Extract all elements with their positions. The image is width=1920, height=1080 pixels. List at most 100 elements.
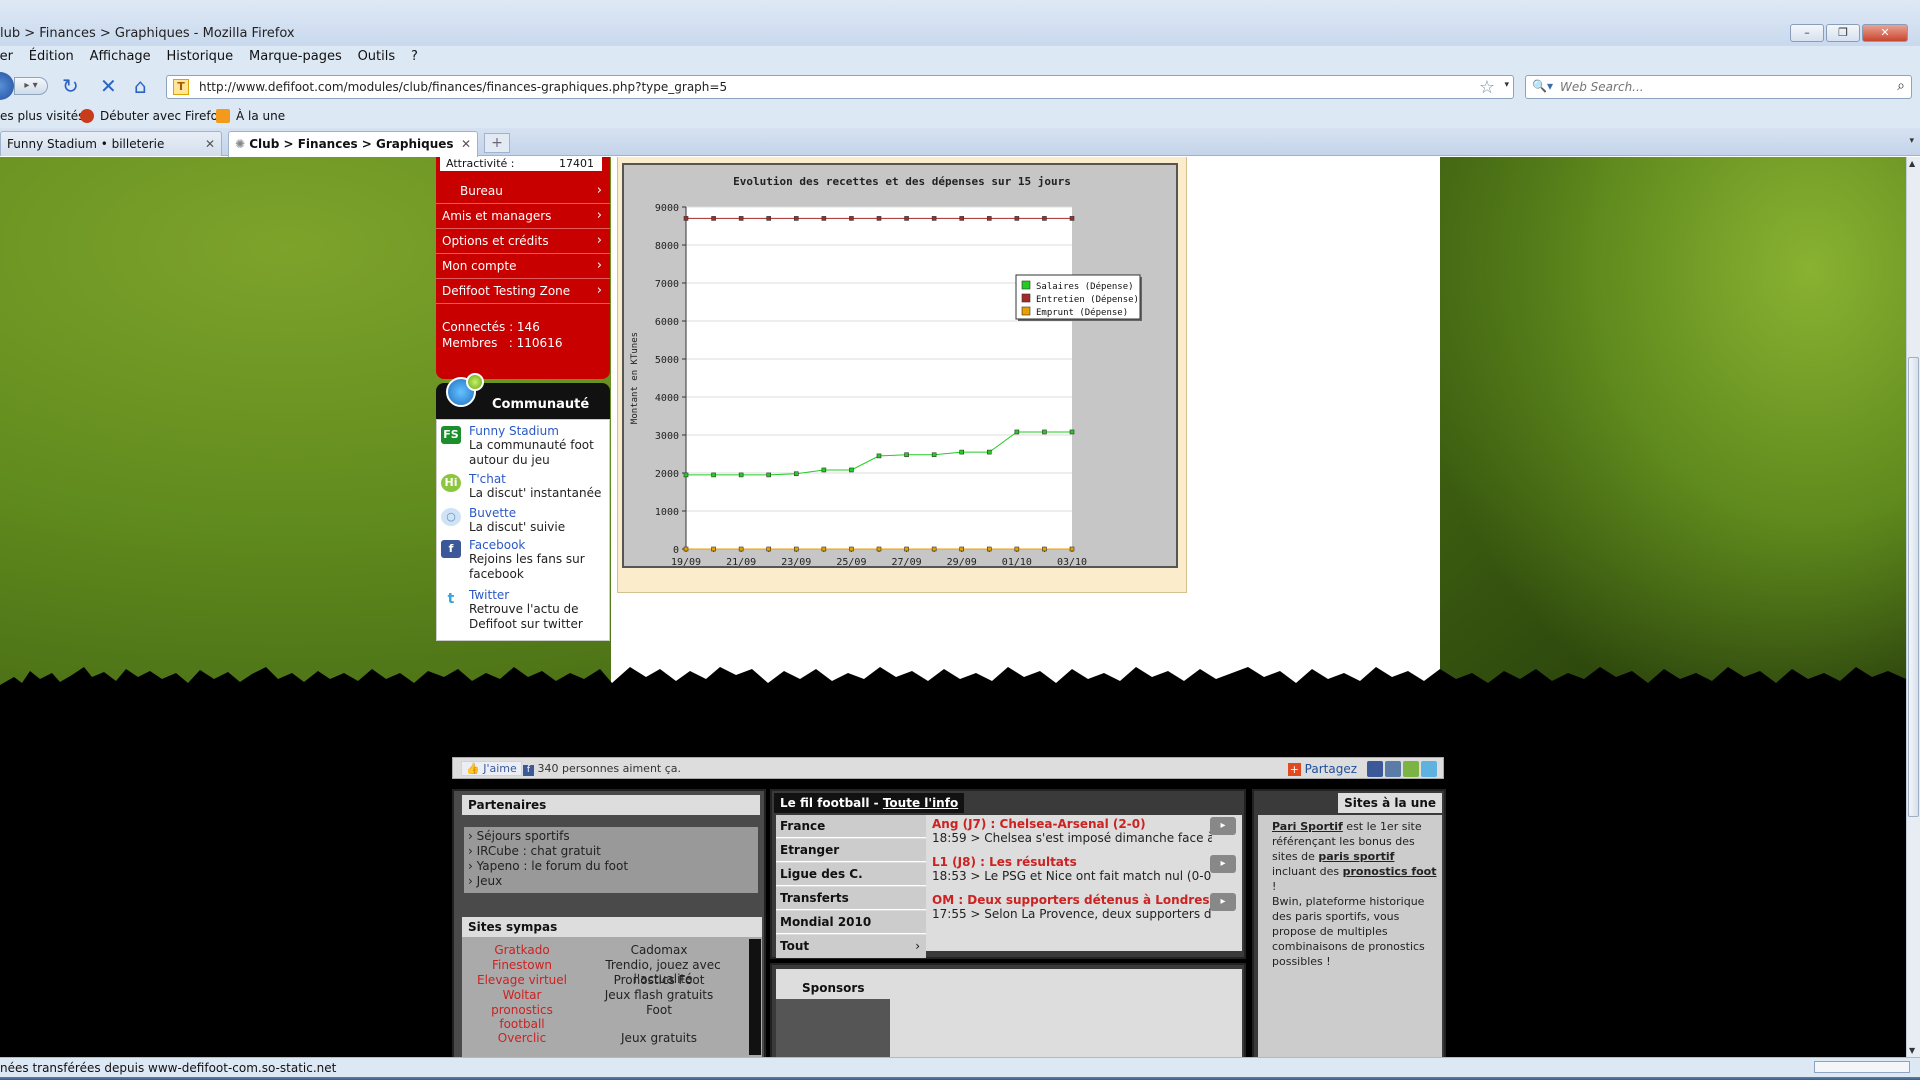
- community-item-twitter[interactable]: t Twitter Retrouve l'actu de Defifoot su…: [437, 588, 609, 636]
- data-point: [1042, 546, 1047, 552]
- news-category-tout[interactable]: Tout ›: [776, 935, 926, 958]
- site-link[interactable]: Jeux flash gratuits: [584, 988, 734, 1002]
- news-item[interactable]: Ang (J7) : Chelsea-Arsenal (2-0) 18:59 >…: [932, 817, 1238, 845]
- site-link[interactable]: Cadomax: [584, 943, 734, 957]
- facebook-icon[interactable]: [1367, 761, 1383, 777]
- site-link[interactable]: Elevage virtuel: [462, 973, 582, 987]
- community-item-buvette[interactable]: ○ Buvette La discut' suivie: [437, 506, 609, 538]
- back-button[interactable]: [0, 72, 14, 100]
- data-point: [711, 472, 716, 478]
- new-tab-button[interactable]: +: [484, 133, 510, 153]
- page-scrollbar[interactable]: ▲ ▼: [1906, 157, 1920, 1057]
- tab-club-finances[interactable]: ✺ Club > Finances > Graphiques ✕: [228, 131, 478, 157]
- community-link[interactable]: Funny Stadium: [469, 424, 559, 438]
- partner-link[interactable]: › IRCube : chat gratuit: [468, 844, 758, 859]
- close-window-button[interactable]: ✕: [1862, 24, 1908, 42]
- site-link[interactable]: Woltar: [462, 988, 582, 1002]
- tab-list-icon[interactable]: ▾: [1909, 136, 1914, 146]
- menu-history[interactable]: Historique: [167, 46, 234, 68]
- search-engine-icon[interactable]: 🔍▾: [1532, 79, 1553, 93]
- bookmark-most-visited[interactable]: es plus visités: [0, 109, 84, 123]
- sponsors-title: Sponsors: [802, 981, 865, 995]
- menu-view[interactable]: Affichage: [90, 46, 151, 68]
- news-item[interactable]: L1 (J8) : Les résultats 18:53 > Le PSG e…: [932, 855, 1238, 883]
- menu-tools[interactable]: Outils: [358, 46, 396, 68]
- close-tab-icon[interactable]: ✕: [461, 137, 471, 151]
- menu-file[interactable]: ier: [0, 46, 13, 68]
- paris-sportif-link[interactable]: paris sportif: [1318, 850, 1394, 863]
- site-link[interactable]: Jeux gratuits: [584, 1031, 734, 1045]
- comment-icon[interactable]: ▸: [1210, 855, 1236, 873]
- community-link[interactable]: Twitter: [469, 588, 509, 602]
- close-tab-icon[interactable]: ✕: [205, 137, 215, 151]
- menu-item-bureau[interactable]: Bureau ›: [436, 179, 610, 204]
- stop-icon[interactable]: ✕: [100, 75, 117, 97]
- menu-help[interactable]: ?: [411, 46, 418, 68]
- site-link[interactable]: pronostics football: [472, 1003, 572, 1031]
- url-text[interactable]: http://www.defifoot.com/modules/club/fin…: [199, 80, 727, 94]
- news-category-etranger[interactable]: Etranger: [776, 839, 926, 862]
- twitter-icon[interactable]: [1421, 761, 1437, 777]
- pari-sportif-link[interactable]: Pari Sportif: [1272, 820, 1343, 833]
- share-button[interactable]: + Partagez: [1287, 762, 1357, 776]
- partner-link[interactable]: › Séjours sportifs: [468, 829, 758, 844]
- menu-item-amis[interactable]: Amis et managers ›: [436, 204, 610, 229]
- menu-bookmarks[interactable]: Marque-pages: [249, 46, 342, 68]
- menu-item-label: Options et crédits: [442, 234, 549, 248]
- search-bar[interactable]: 🔍▾ ⌕: [1525, 75, 1912, 99]
- minimize-button[interactable]: –: [1790, 24, 1824, 42]
- bookmark-getting-started[interactable]: Débuter avec Firefox: [100, 109, 225, 123]
- sites-scrollbar[interactable]: [749, 939, 761, 1055]
- news-item-title[interactable]: OM : Deux supporters détenus à Londres: [932, 893, 1238, 907]
- search-go-icon[interactable]: ⌕: [1897, 78, 1905, 94]
- news-category-transferts[interactable]: Transferts: [776, 887, 926, 910]
- news-category-ligue[interactable]: Ligue des C.: [776, 863, 926, 886]
- partner-link[interactable]: › Yapeno : le forum du foot: [468, 859, 758, 874]
- sites-sympas-title: Sites sympas: [462, 917, 762, 937]
- pronostics-foot-link[interactable]: pronostics foot: [1343, 865, 1437, 878]
- news-item-title[interactable]: Ang (J7) : Chelsea-Arsenal (2-0): [932, 817, 1238, 831]
- site-link[interactable]: Overclic: [462, 1031, 582, 1045]
- menu-item-compte[interactable]: Mon compte ›: [436, 254, 610, 279]
- news-item[interactable]: OM : Deux supporters détenus à Londres 1…: [932, 893, 1238, 921]
- site-link[interactable]: Pronostics Foot: [584, 973, 734, 987]
- menu-item-options[interactable]: Options et crédits ›: [436, 229, 610, 254]
- search-input[interactable]: [1560, 78, 1860, 96]
- url-bar[interactable]: T http://www.defifoot.com/modules/club/f…: [166, 75, 1514, 99]
- bookmark-headlines[interactable]: À la une: [236, 109, 285, 123]
- scroll-up-icon[interactable]: ▲: [1909, 159, 1915, 168]
- community-item-facebook[interactable]: f Facebook Rejoins les fans sur facebook: [437, 538, 609, 586]
- community-link[interactable]: T'chat: [469, 472, 506, 486]
- scroll-down-icon[interactable]: ▼: [1909, 1046, 1915, 1055]
- site-link[interactable]: Finestown: [462, 958, 582, 972]
- menu-item-testing-zone[interactable]: Defifoot Testing Zone ›: [436, 279, 610, 304]
- like-count: f 340 personnes aiment ça.: [523, 762, 681, 776]
- all-news-link[interactable]: Toute l'info: [883, 796, 958, 810]
- comment-icon[interactable]: ▸: [1210, 893, 1236, 911]
- community-item-funny-stadium[interactable]: FS Funny Stadium La communauté foot auto…: [437, 424, 609, 470]
- news-category-france[interactable]: France: [776, 815, 926, 838]
- site-link[interactable]: Gratkado: [462, 943, 582, 957]
- partner-link[interactable]: › Jeux: [468, 874, 758, 889]
- delicious-icon[interactable]: [1403, 761, 1419, 777]
- site-link[interactable]: Foot: [584, 1003, 734, 1017]
- myspace-icon[interactable]: [1385, 761, 1401, 777]
- sponsor-banner[interactable]: [776, 999, 890, 1057]
- url-dropdown-icon[interactable]: ▾: [1504, 80, 1509, 90]
- maximize-button[interactable]: ❐: [1826, 24, 1860, 42]
- reload-icon[interactable]: ↻: [62, 75, 79, 97]
- bookmark-star-icon[interactable]: ☆: [1479, 77, 1495, 98]
- comment-icon[interactable]: ▸: [1210, 817, 1236, 835]
- community-item-tchat[interactable]: Hi T'chat La discut' instantanée: [437, 472, 609, 504]
- community-link[interactable]: Buvette: [469, 506, 516, 520]
- featured-site-2[interactable]: Bwin, plateforme historique des paris sp…: [1272, 894, 1438, 969]
- scrollbar-thumb[interactable]: [1908, 357, 1919, 817]
- community-link[interactable]: Facebook: [469, 538, 525, 552]
- forward-button[interactable]: ▸ ▾: [14, 77, 48, 95]
- news-category-mondial[interactable]: Mondial 2010: [776, 911, 926, 934]
- home-icon[interactable]: ⌂: [134, 75, 147, 97]
- menu-edit[interactable]: Édition: [29, 46, 74, 68]
- facebook-like-button[interactable]: 👍 J'aime: [461, 761, 522, 776]
- news-item-title[interactable]: L1 (J8) : Les résultats: [932, 855, 1238, 869]
- tab-funny-stadium[interactable]: Funny Stadium • billeterie ✕: [0, 131, 222, 156]
